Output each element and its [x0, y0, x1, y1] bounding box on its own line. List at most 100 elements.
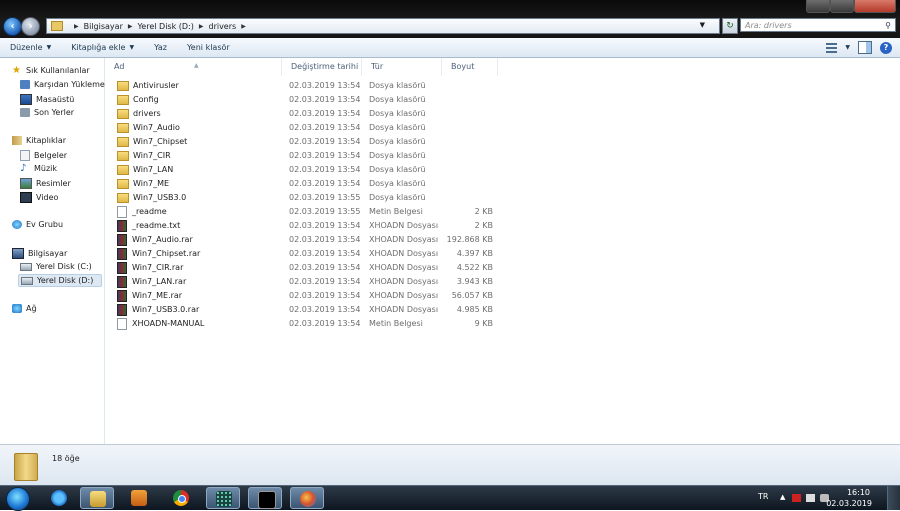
star-icon: ★: [12, 65, 21, 76]
close-button[interactable]: [854, 0, 896, 13]
clock-date[interactable]: 02.03.2019: [826, 499, 872, 508]
address-history-dropdown[interactable]: ▼: [700, 21, 705, 29]
nav-computer[interactable]: Bilgisayar: [12, 248, 67, 259]
nav-downloads[interactable]: Karşıdan Yüklemeler: [20, 80, 115, 89]
file-size: 56.057 KB: [451, 291, 493, 300]
column-header-type[interactable]: Tür: [362, 58, 442, 76]
nav-documents[interactable]: Belgeler: [20, 150, 67, 161]
nav-homegroup[interactable]: Ev Grubu: [12, 220, 63, 229]
taskbar-paint[interactable]: [290, 487, 324, 509]
new-folder-button[interactable]: Yeni klasör: [177, 43, 240, 52]
file-row[interactable]: Antivirusler 02.03.2019 13:54 Dosya klasör…: [105, 79, 805, 93]
show-desktop-button[interactable]: [887, 486, 900, 510]
file-row[interactable]: Win7_Audio 02.03.2019 13:54 Dosya klasörü: [105, 121, 805, 135]
file-date: 02.03.2019 13:54: [289, 263, 361, 272]
nav-label: Kitaplıklar: [26, 136, 67, 145]
share-button[interactable]: Yaz: [144, 43, 177, 52]
action-center-flag-icon[interactable]: [792, 494, 801, 502]
chevron-right-icon[interactable]: ▶: [241, 23, 246, 30]
taskbar-internet-explorer[interactable]: [42, 487, 76, 509]
file-date: 02.03.2019 13:55: [289, 207, 361, 216]
app-icon: [216, 491, 232, 507]
folder-icon: [117, 81, 129, 91]
nav-recent[interactable]: Son Yerler: [20, 108, 74, 117]
nav-pictures[interactable]: Resimler: [20, 178, 71, 189]
file-row[interactable]: Win7_Audio.rar 02.03.2019 13:54 XHOADN Dos…: [105, 233, 805, 247]
forward-button[interactable]: ›: [21, 17, 40, 36]
start-button[interactable]: [6, 487, 30, 511]
help-icon[interactable]: ?: [880, 41, 892, 54]
file-type: Dosya klasörü: [369, 95, 426, 104]
taskbar-chrome[interactable]: [164, 487, 198, 509]
file-size: 2 KB: [474, 207, 493, 216]
network-icon[interactable]: [806, 494, 815, 502]
homegroup-icon: [12, 220, 22, 229]
desktop-icon: [20, 94, 32, 105]
file-row[interactable]: Win7_LAN 02.03.2019 13:54 Dosya klasörü: [105, 163, 805, 177]
change-view-icon[interactable]: [826, 42, 838, 53]
nav-label: Resimler: [36, 179, 71, 188]
file-row[interactable]: Win7_CIR.rar 02.03.2019 13:54 XHOADN Dosya…: [105, 261, 805, 275]
taskbar-windows-explorer[interactable]: [80, 487, 114, 509]
nav-music[interactable]: ♪ Müzik: [20, 164, 57, 174]
breadcrumb-drive-d[interactable]: Yerel Disk (D:): [137, 22, 193, 31]
address-bar[interactable]: ▶ Bilgisayar ▶ Yerel Disk (D:) ▶ drivers ▶ …: [46, 18, 720, 34]
archive-icon: [117, 234, 127, 246]
file-date: 02.03.2019 13:54: [289, 81, 361, 90]
file-row[interactable]: Win7_ME.rar 02.03.2019 13:54 XHOADN Dosyas…: [105, 289, 805, 303]
file-row[interactable]: Win7_USB3.0 02.03.2019 13:55 Dosya klasörü: [105, 191, 805, 205]
file-row[interactable]: _readme.txt 02.03.2019 13:54 XHOADN Dosyas…: [105, 219, 805, 233]
search-input[interactable]: Ara: drivers ⚲: [740, 18, 896, 32]
organize-menu[interactable]: Düzenle ▼: [0, 43, 61, 52]
nav-drive-d[interactable]: Yerel Disk (D:): [18, 274, 102, 287]
minimize-button[interactable]: [806, 0, 830, 13]
file-name-cell: Config: [117, 93, 159, 107]
file-type: Dosya klasörü: [369, 179, 426, 188]
include-library-menu[interactable]: Kitaplığa ekle ▼: [61, 43, 144, 52]
language-indicator[interactable]: TR: [758, 492, 768, 501]
new-folder-label: Yeni klasör: [186, 43, 230, 52]
caret-down-icon: ▼: [46, 44, 52, 51]
file-date: 02.03.2019 13:54: [289, 305, 361, 314]
breadcrumb-drivers[interactable]: drivers: [208, 22, 236, 31]
breadcrumb-computer[interactable]: Bilgisayar: [84, 22, 123, 31]
file-type: Metin Belgesi: [369, 207, 423, 216]
nav-network[interactable]: Ağ: [12, 304, 37, 313]
column-header-date[interactable]: Değiştirme tarihi: [282, 58, 362, 76]
maximize-button[interactable]: [830, 0, 854, 13]
file-row[interactable]: XHOADN-MANUAL 02.03.2019 13:54 Metin Belge…: [105, 317, 805, 331]
file-row[interactable]: Win7_ME 02.03.2019 13:54 Dosya klasörü: [105, 177, 805, 191]
taskbar-command-prompt[interactable]: [248, 487, 282, 509]
nav-libraries[interactable]: Kitaplıklar: [12, 136, 66, 145]
nav-label: Ağ: [26, 304, 37, 313]
nav-drive-c[interactable]: Yerel Disk (C:): [20, 262, 92, 271]
file-row[interactable]: Win7_Chipset 02.03.2019 13:54 Dosya klasör…: [105, 135, 805, 149]
file-row[interactable]: drivers 02.03.2019 13:54 Dosya klasörü: [105, 107, 805, 121]
taskbar-app[interactable]: [206, 487, 240, 509]
file-row[interactable]: Config 02.03.2019 13:54 Dosya klasörü: [105, 93, 805, 107]
preview-pane-icon[interactable]: [858, 41, 872, 54]
column-header-size[interactable]: Boyut: [442, 58, 498, 76]
nav-label: Belgeler: [34, 151, 68, 160]
file-name-cell: Win7_CIR: [117, 149, 171, 163]
nav-videos[interactable]: Video: [20, 192, 58, 203]
folder-icon: [117, 165, 129, 175]
command-bar: Düzenle ▼ Kitaplığa ekle ▼ Yaz Yeni klasör…: [0, 38, 900, 58]
back-button[interactable]: ‹: [3, 17, 22, 36]
file-row[interactable]: Win7_USB3.0.rar 02.03.2019 13:54 XHOADN Do…: [105, 303, 805, 317]
file-name: Win7_Chipset: [133, 137, 188, 146]
show-hidden-icons-icon[interactable]: ▲: [780, 493, 789, 501]
file-row[interactable]: Win7_CIR 02.03.2019 13:54 Dosya klasörü: [105, 149, 805, 163]
column-header-name[interactable]: Ad ▲: [105, 58, 282, 76]
file-row[interactable]: _readme 02.03.2019 13:55 Metin Belgesi 2 KB: [105, 205, 805, 219]
file-row[interactable]: Win7_Chipset.rar 02.03.2019 13:54 XHOADN D…: [105, 247, 805, 261]
file-row[interactable]: Win7_LAN.rar 02.03.2019 13:54 XHOADN Dosya…: [105, 275, 805, 289]
search-icon[interactable]: ⚲: [885, 19, 891, 33]
clock-time[interactable]: 16:10: [847, 488, 870, 497]
taskbar-media-player[interactable]: [122, 487, 156, 509]
paint-icon: [300, 491, 316, 507]
nav-desktop[interactable]: Masaüstü: [20, 94, 74, 105]
nav-favorites[interactable]: ★ Sık Kullanılanlar: [12, 65, 90, 76]
view-options-caret[interactable]: ▼: [845, 44, 850, 51]
refresh-button[interactable]: ↻: [722, 18, 738, 34]
